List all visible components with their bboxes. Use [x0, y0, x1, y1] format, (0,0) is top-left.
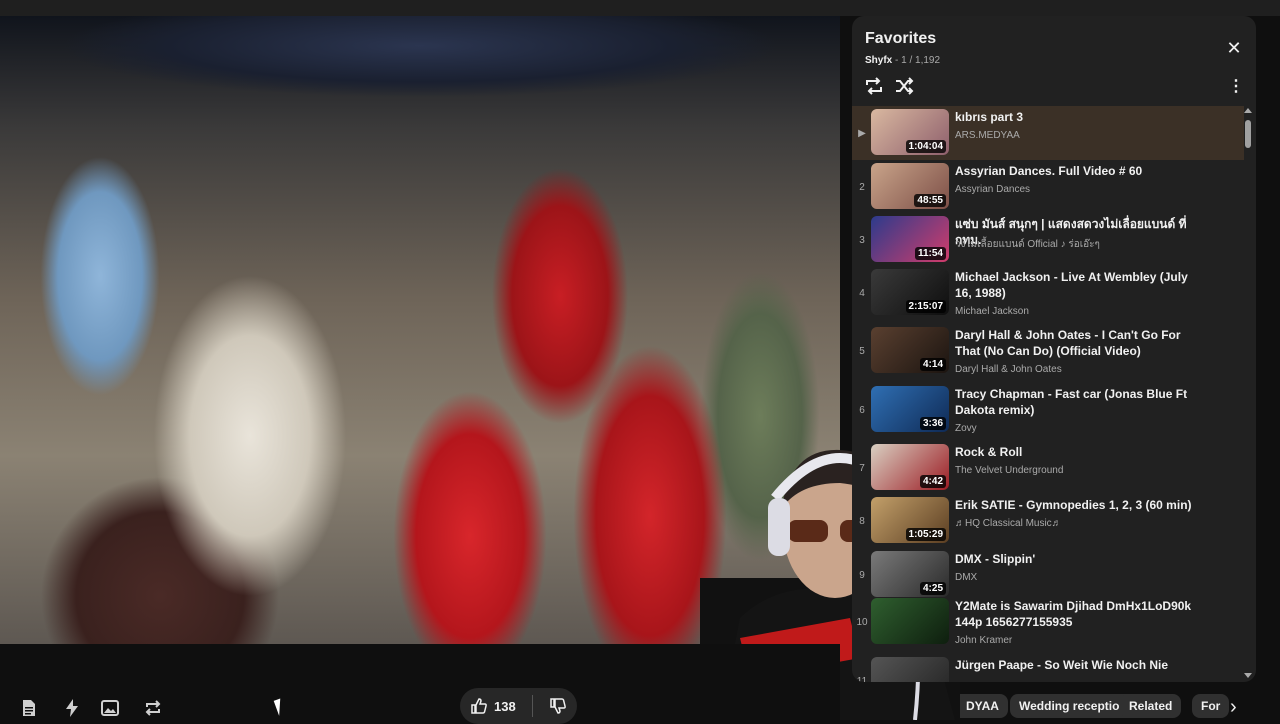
- playlist-item-thumbnail[interactable]: 3:36: [871, 386, 949, 432]
- playlist-item-thumbnail[interactable]: 1:05:29: [871, 497, 949, 543]
- playlist-owner[interactable]: Shyfx: [865, 55, 892, 66]
- playlist-item-channel[interactable]: The Velvet Underground: [955, 465, 1063, 476]
- playlist-item-title[interactable]: Erik SATIE - Gymnopedies 1, 2, 3 (60 min…: [955, 497, 1195, 513]
- playlist-item-thumbnail[interactable]: [871, 657, 949, 682]
- duration-badge: 2:15:07: [905, 300, 946, 313]
- lightning-icon[interactable]: [60, 696, 84, 720]
- playlist-item-channel[interactable]: Michael Jackson: [955, 306, 1029, 317]
- duration-badge: 3:36: [919, 417, 946, 430]
- playlist-item-thumbnail[interactable]: 4:14: [871, 327, 949, 373]
- playlist-item-thumbnail[interactable]: 11:54: [871, 216, 949, 262]
- playlist-item-thumbnail[interactable]: 2:15:07: [871, 269, 949, 315]
- playlist-item-index: 11: [856, 675, 868, 683]
- close-icon[interactable]: ✕: [1224, 38, 1244, 58]
- playlist-item-channel[interactable]: วงไม่เลื้อยแบนด์ Official ♪ ร่อเอ๊ะๆ: [955, 237, 1100, 252]
- duration-badge: 1:04:04: [905, 140, 946, 153]
- playlist-item-channel[interactable]: Assyrian Dances: [955, 184, 1030, 195]
- more-options-icon[interactable]: ⋮: [1228, 76, 1244, 96]
- playlist-item-thumbnail[interactable]: 1:04:04: [871, 109, 949, 155]
- playlist-item[interactable]: 11 Jürgen Paape - So Weit Wie Noch Nie: [852, 654, 1244, 682]
- scroll-up-icon[interactable]: [1244, 108, 1252, 113]
- playlist-item-title[interactable]: Y2Mate is Sawarim Djihad DmHx1LoD90k 144…: [955, 598, 1195, 630]
- playlist-item-title[interactable]: Daryl Hall & John Oates - I Can't Go For…: [955, 327, 1195, 359]
- playlist-item-title[interactable]: DMX - Slippin': [955, 551, 1195, 567]
- playlist-item-title[interactable]: Jürgen Paape - So Weit Wie Noch Nie: [955, 657, 1195, 673]
- playlist-item-title[interactable]: Tracy Chapman - Fast car (Jonas Blue Ft …: [955, 386, 1195, 418]
- thumbs-up-icon[interactable]: [470, 697, 488, 715]
- filter-chip[interactable]: Related: [1120, 694, 1182, 718]
- duration-badge: 48:55: [914, 194, 946, 207]
- duration-badge: 1:05:29: [905, 528, 946, 541]
- playlist-item-channel[interactable]: Zovy: [955, 423, 977, 434]
- playlist-item-title[interactable]: Michael Jackson - Live At Wembley (July …: [955, 269, 1195, 301]
- playlist-item-channel[interactable]: Daryl Hall & John Oates: [955, 364, 1062, 375]
- playlist-item-index: 2: [859, 181, 865, 193]
- playlist-scrollbar[interactable]: [1244, 108, 1252, 678]
- playlist-item-channel[interactable]: ♬HQ Classical Music♬: [955, 518, 1062, 529]
- playlist-item-channel[interactable]: John Kramer: [955, 635, 1012, 646]
- image-icon[interactable]: [98, 696, 122, 720]
- playlist-item-index: 6: [859, 404, 865, 416]
- playlist-item-index: 8: [859, 515, 865, 527]
- player-controls: 138: [0, 644, 840, 724]
- loop-icon[interactable]: [864, 76, 884, 96]
- playlist-title: Favorites: [865, 30, 937, 47]
- playlist-subtitle: Shyfx - 1 / 1,192: [865, 55, 940, 66]
- playlist-item[interactable]: 5 4:14 Daryl Hall & John Oates - I Can't G…: [852, 324, 1244, 378]
- loop-control-icon[interactable]: [141, 696, 165, 720]
- playlist-item-index: 5: [859, 345, 865, 357]
- divider: [531, 695, 533, 717]
- duration-badge: 4:25: [919, 582, 946, 595]
- like-dislike-group: 138: [460, 688, 577, 724]
- playlist-item-title[interactable]: kıbrıs part 3: [955, 109, 1195, 125]
- playlist-item[interactable]: 4 2:15:07 Michael Jackson - Live At Wemble…: [852, 266, 1244, 320]
- scroll-down-icon[interactable]: [1244, 673, 1252, 678]
- playlist-item[interactable]: 10 Y2Mate is Sawarim Djihad DmHx1LoD90k 1…: [852, 595, 1244, 649]
- playlist-position: - 1 / 1,192: [895, 55, 941, 66]
- playlist-item-title[interactable]: Assyrian Dances. Full Video # 60: [955, 163, 1195, 179]
- playlist-item[interactable]: 7 4:42 Rock & Roll The Velvet Underground: [852, 441, 1244, 495]
- playlist-item[interactable]: 3 11:54 แซ่บ มันส์ สนุกๆ | แสดงสดวงไม่เลื่…: [852, 213, 1244, 267]
- scrollbar-thumb[interactable]: [1245, 120, 1251, 148]
- transcript-icon[interactable]: [17, 696, 41, 720]
- playlist-header: Favorites Shyfx - 1 / 1,192 ✕ ⋮: [852, 16, 1256, 104]
- filter-chip[interactable]: DYAA: [960, 694, 1008, 718]
- duration-badge: 4:42: [919, 475, 946, 488]
- duration-badge: 4:14: [919, 358, 946, 371]
- playlist-item-index: 4: [859, 287, 865, 299]
- like-count: 138: [494, 698, 516, 714]
- duration-badge: 11:54: [914, 247, 946, 260]
- playlist-item[interactable]: 9 4:25 DMX - Slippin' DMX: [852, 548, 1244, 602]
- filter-chip[interactable]: Wedding reception: [1010, 694, 1136, 718]
- shuffle-icon[interactable]: [894, 76, 914, 96]
- playlist-item-thumbnail[interactable]: 4:25: [871, 551, 949, 597]
- playlist-item-channel[interactable]: ARS.MEDYAA: [955, 130, 1020, 141]
- playlist-item-thumbnail[interactable]: 48:55: [871, 163, 949, 209]
- playlist-item[interactable]: 8 1:05:29 Erik SATIE - Gymnopedies 1, 2, 3…: [852, 494, 1244, 548]
- playlist-item-thumbnail[interactable]: [871, 598, 949, 644]
- now-playing-icon: ▶: [858, 127, 866, 139]
- playlist-item-thumbnail[interactable]: 4:42: [871, 444, 949, 490]
- chevron-right-icon[interactable]: ›: [1230, 696, 1237, 719]
- playlist-item[interactable]: ▶ 1:04:04 kıbrıs part 3 ARS.MEDYAA: [852, 106, 1244, 160]
- playlist-item-index: 9: [859, 569, 865, 581]
- playlist-item-title[interactable]: Rock & Roll: [955, 444, 1195, 460]
- playlist-item[interactable]: 6 3:36 Tracy Chapman - Fast car (Jonas Blu…: [852, 383, 1244, 437]
- playlist-item-index: 7: [859, 462, 865, 474]
- chip-bar: › DYAA Wedding reception Related For: [960, 690, 1270, 720]
- top-bar: [0, 0, 1280, 16]
- playlist-panel: Favorites Shyfx - 1 / 1,192 ✕ ⋮ ▶ 1:04:04…: [852, 16, 1256, 682]
- playlist-item-channel[interactable]: DMX: [955, 572, 977, 583]
- playlist-item[interactable]: 2 48:55 Assyrian Dances. Full Video # 60 As…: [852, 160, 1244, 214]
- playlist-item-index: 10: [856, 616, 868, 628]
- filter-chip[interactable]: For: [1192, 694, 1230, 718]
- thumbs-down-icon[interactable]: [549, 697, 567, 715]
- playlist-item-index: 3: [859, 234, 865, 246]
